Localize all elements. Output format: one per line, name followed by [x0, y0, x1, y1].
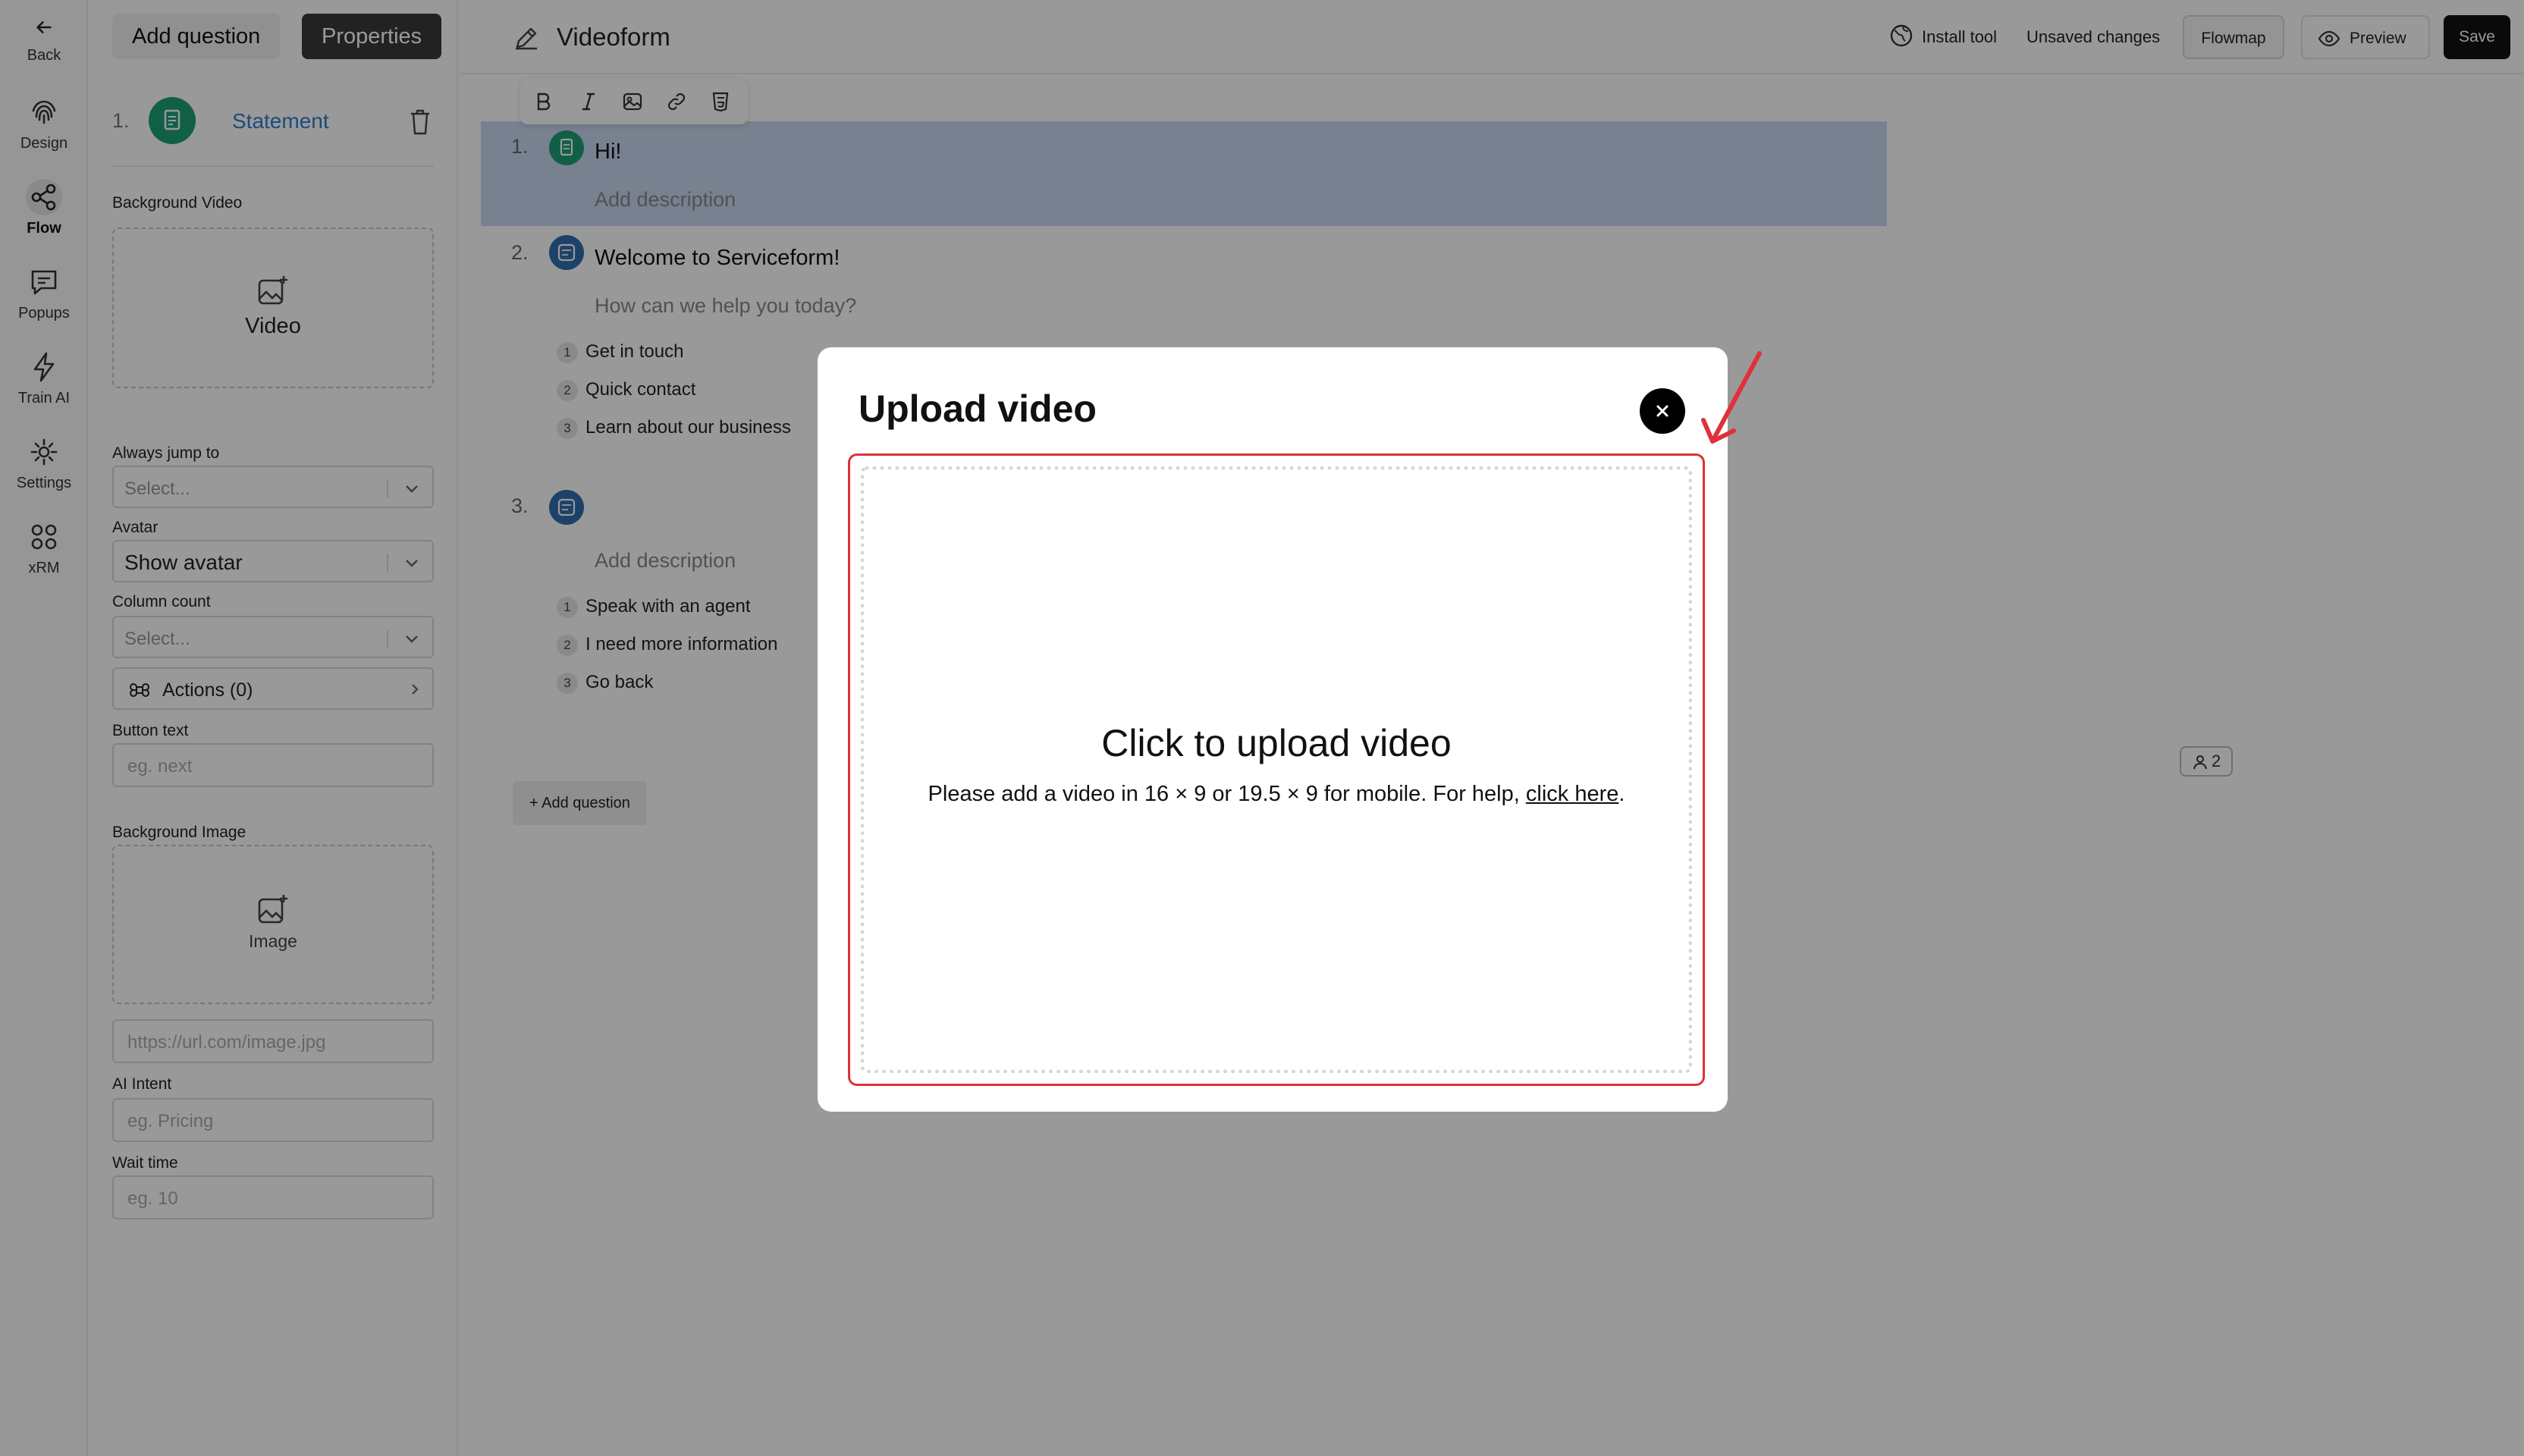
upload-dropzone[interactable]: Click to upload video Please add a video…	[848, 453, 1705, 1086]
upload-help-body: Please add a video in 16 × 9 or 19.5 × 9…	[928, 782, 1520, 806]
help-period: .	[1618, 782, 1625, 806]
annotation-arrow-icon	[1701, 351, 1762, 444]
upload-help-text: Please add a video in 16 × 9 or 19.5 × 9…	[850, 782, 1703, 807]
modal-title: Upload video	[859, 388, 1097, 430]
dropzone-dotted-border	[861, 466, 1692, 1073]
upload-video-modal: Upload video Click to upload video Pleas…	[818, 347, 1728, 1112]
close-icon	[1656, 405, 1669, 417]
close-button[interactable]	[1640, 388, 1685, 434]
help-link[interactable]: click here	[1526, 782, 1619, 806]
upload-heading: Click to upload video	[1101, 722, 1452, 764]
